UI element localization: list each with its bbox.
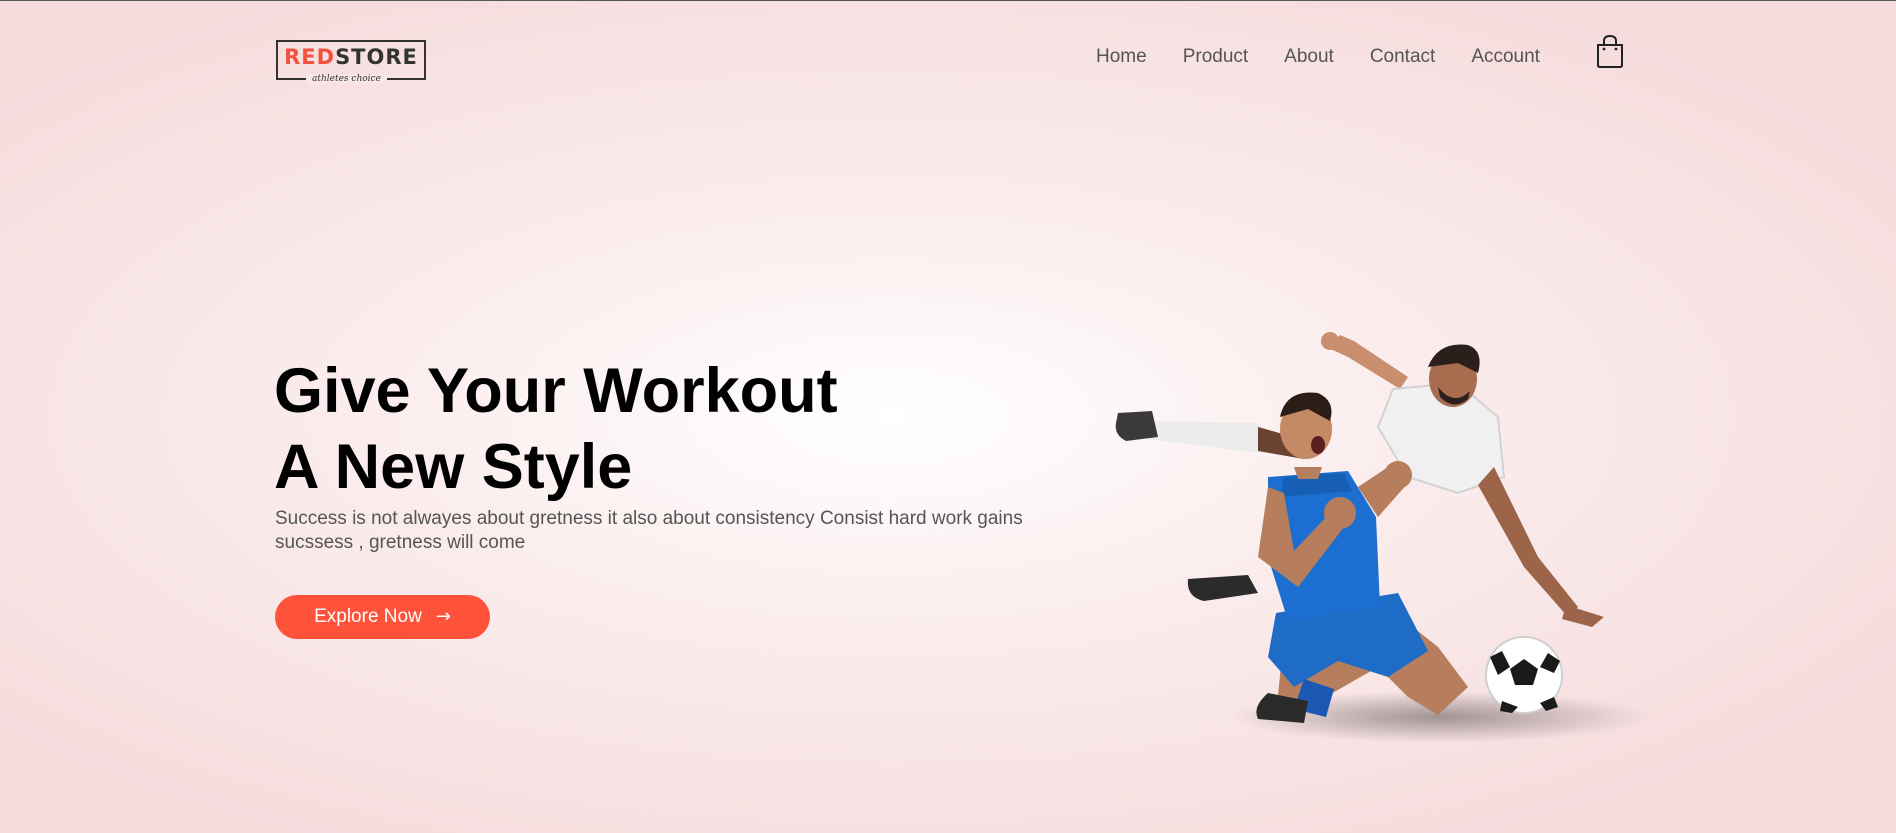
main-nav: Home Product About Contact Account: [1096, 45, 1540, 69]
nav-account[interactable]: Account: [1471, 45, 1540, 69]
nav-home[interactable]: Home: [1096, 45, 1147, 69]
nav-product[interactable]: Product: [1183, 45, 1248, 69]
logo-red-part: RED: [284, 45, 336, 69]
arrow-right-icon: →: [435, 606, 451, 627]
hero-title-line-2: A New Style: [274, 432, 633, 502]
soccer-players-celebrating-image: [1115, 332, 1648, 743]
logo-dark-part: STORE: [335, 45, 418, 69]
logo-tagline: athletes choice: [306, 74, 387, 84]
shopping-bag-icon[interactable]: [1596, 34, 1624, 68]
hero-description: Success is not alwayes about gretness it…: [275, 508, 1023, 553]
explore-now-label: Explore Now: [314, 606, 422, 627]
hero-title-line-1: Give Your Workout: [274, 356, 838, 426]
logo-text: REDSTORE: [278, 46, 424, 68]
explore-now-button[interactable]: Explore Now →: [275, 595, 490, 639]
nav-contact[interactable]: Contact: [1370, 45, 1435, 69]
soccer-ball-image: [1485, 636, 1563, 714]
page: REDSTORE athletes choice Home Product Ab…: [0, 1, 1896, 833]
logo[interactable]: REDSTORE athletes choice: [276, 40, 426, 84]
nav-about[interactable]: About: [1284, 45, 1334, 69]
hero-title: Give Your Workout A New Style: [274, 353, 838, 505]
